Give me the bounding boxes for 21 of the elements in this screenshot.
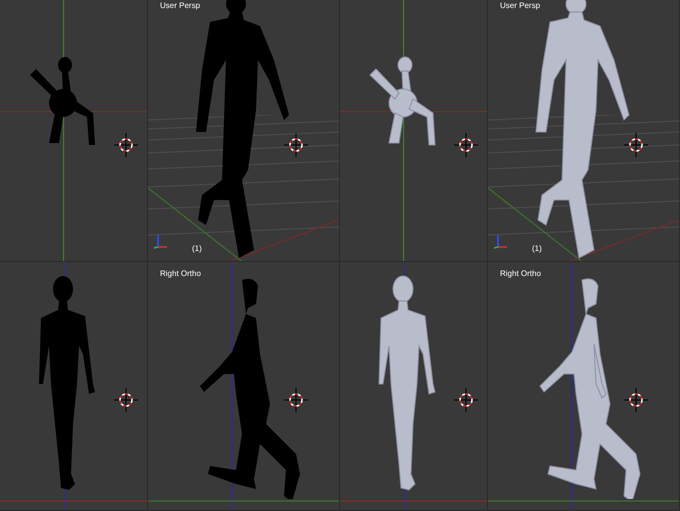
axis-gizmo-icon xyxy=(494,233,508,249)
viewport-panel[interactable] xyxy=(340,262,488,511)
viewport-panel[interactable]: User Persp (1) xyxy=(488,0,680,262)
viewport-panel[interactable]: User Persp (1) xyxy=(148,0,340,262)
3d-cursor-icon xyxy=(454,388,478,412)
view-name-label: Right Ortho xyxy=(500,268,541,280)
viewport-panel[interactable]: Right Ortho xyxy=(148,262,340,511)
frame-number-label: (1) xyxy=(532,243,542,255)
3d-cursor-icon xyxy=(114,388,138,412)
view-name-label: Right Ortho xyxy=(160,268,201,280)
3d-cursor-icon xyxy=(114,132,138,156)
axis-gizmo-icon xyxy=(154,233,168,249)
3d-cursor-icon xyxy=(284,388,308,412)
viewport-panel[interactable]: Right Ortho xyxy=(488,262,680,511)
3d-cursor-icon xyxy=(454,132,478,156)
3d-cursor-icon xyxy=(624,132,648,156)
view-name-label: User Persp xyxy=(160,0,200,12)
frame-number-label: (1) xyxy=(192,243,202,255)
3d-cursor-icon xyxy=(624,388,648,412)
3d-cursor-icon xyxy=(284,132,308,156)
view-name-label: User Persp xyxy=(500,0,540,12)
